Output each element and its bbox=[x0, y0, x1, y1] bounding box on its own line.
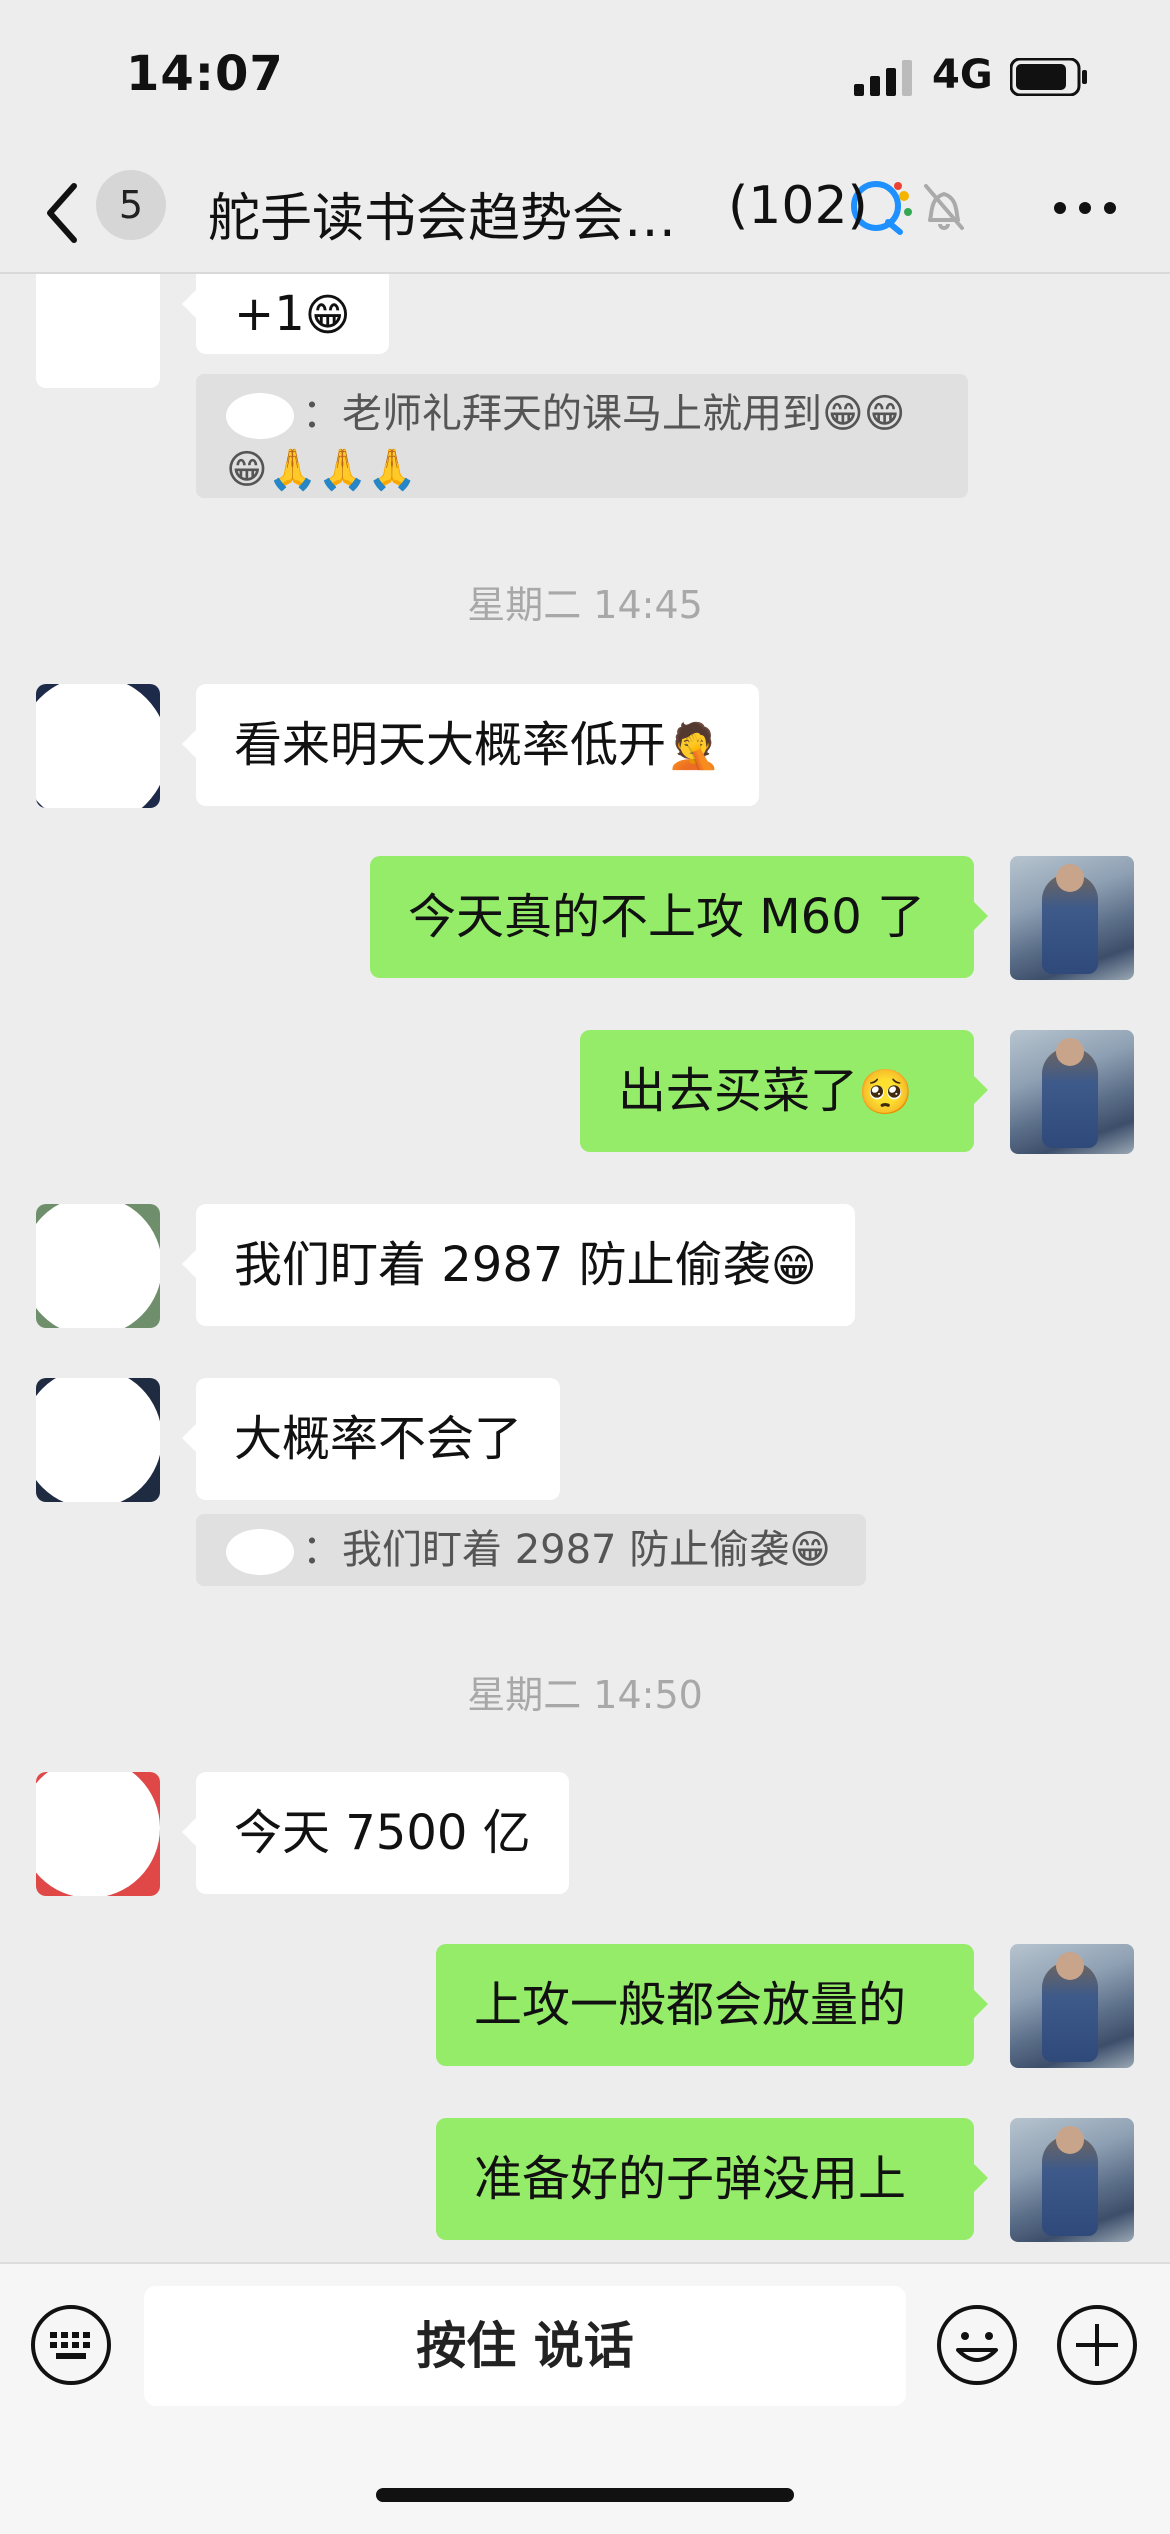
mute-bell-icon bbox=[924, 184, 964, 230]
message-text: 大概率不会了 bbox=[234, 1411, 523, 1467]
avatar[interactable] bbox=[1010, 1944, 1134, 2068]
avatar[interactable] bbox=[36, 1772, 160, 1896]
message-text: 准备好的子弹没用上 bbox=[474, 2151, 907, 2207]
input-bar: 按住 说话 bbox=[0, 2262, 1170, 2534]
message-text: 我们盯着 2987 防止偷袭 bbox=[234, 1237, 771, 1293]
plus-icon[interactable] bbox=[1056, 2304, 1138, 2386]
timestamp: 星期二 14:45 bbox=[467, 583, 703, 627]
unread-badge[interactable]: 5 bbox=[96, 170, 166, 240]
message-bubble[interactable]: 我们盯着 2987 防止偷袭😁 bbox=[182, 1204, 855, 1326]
message-emoji: 😁 bbox=[304, 290, 351, 341]
status-time: 14:07 bbox=[126, 46, 284, 102]
message-text: +1 bbox=[234, 286, 305, 342]
emoji-icon[interactable] bbox=[936, 2304, 1018, 2386]
battery-icon bbox=[1010, 58, 1087, 96]
avatar[interactable] bbox=[1010, 856, 1134, 980]
message-list[interactable]: +1😁 ：老师礼拜天的课马上就用到😁😁😁🙏🙏🙏 星期二 14:45 看来明天大概… bbox=[0, 274, 1170, 2260]
message-bubble[interactable]: 今天 7500 亿 bbox=[182, 1772, 569, 1894]
home-indicator bbox=[376, 2488, 794, 2502]
redacted-name bbox=[226, 1529, 294, 1575]
chat-title: 舵手读书会趋势会… bbox=[208, 189, 677, 249]
quote-text: ：我们盯着 2987 防止偷袭😁 bbox=[302, 1527, 831, 1573]
timestamp: 星期二 14:50 bbox=[467, 1673, 703, 1717]
avatar[interactable] bbox=[36, 1204, 160, 1328]
back-icon[interactable] bbox=[42, 178, 82, 248]
message-text: 看来明天大概率低开 bbox=[234, 717, 667, 773]
message-emoji: 😁 bbox=[770, 1241, 817, 1292]
avatar[interactable] bbox=[36, 1378, 160, 1502]
message-text: 今天 7500 亿 bbox=[234, 1805, 531, 1861]
network-type: 4G bbox=[932, 52, 993, 98]
avatar[interactable] bbox=[1010, 1030, 1134, 1154]
message-bubble[interactable]: 看来明天大概率低开🤦 bbox=[182, 684, 759, 806]
message-bubble[interactable]: +1😁 bbox=[182, 274, 389, 354]
status-bar: 14:07 4G bbox=[0, 0, 1170, 160]
member-count: (102) bbox=[728, 176, 868, 236]
signal-icon bbox=[854, 60, 912, 96]
message-emoji: 🤦 bbox=[666, 721, 721, 772]
message-text: 出去买菜了 bbox=[618, 1063, 859, 1119]
keyboard-icon[interactable] bbox=[30, 2304, 112, 2386]
message-bubble[interactable]: 大概率不会了 bbox=[181, 1378, 561, 1500]
avatar[interactable] bbox=[36, 684, 160, 808]
message-bubble[interactable]: 今天真的不上攻 M60 了 bbox=[370, 856, 988, 978]
quoted-reply[interactable]: ：我们盯着 2987 防止偷袭😁 bbox=[196, 1514, 866, 1586]
quoted-reply[interactable]: ：老师礼拜天的课马上就用到😁😁😁🙏🙏🙏 bbox=[196, 374, 968, 498]
avatar[interactable] bbox=[36, 274, 160, 388]
message-bubble[interactable]: 上攻一般都会放量的 bbox=[436, 1944, 988, 2066]
hold-to-talk-button[interactable]: 按住 说话 bbox=[144, 2286, 906, 2406]
quote-text: ：老师礼拜天的课马上就用到😁😁😁🙏🙏🙏 bbox=[226, 391, 906, 493]
message-bubble[interactable]: 出去买菜了🥺 bbox=[580, 1030, 988, 1152]
redacted-name bbox=[226, 393, 294, 439]
message-bubble[interactable]: 准备好的子弹没用上 bbox=[436, 2118, 988, 2240]
avatar[interactable] bbox=[1010, 2118, 1134, 2242]
message-text: 上攻一般都会放量的 bbox=[474, 1977, 907, 2033]
more-icon[interactable] bbox=[1052, 200, 1118, 216]
message-text: 今天真的不上攻 M60 了 bbox=[408, 889, 926, 945]
message-emoji: 🥺 bbox=[858, 1067, 913, 1118]
